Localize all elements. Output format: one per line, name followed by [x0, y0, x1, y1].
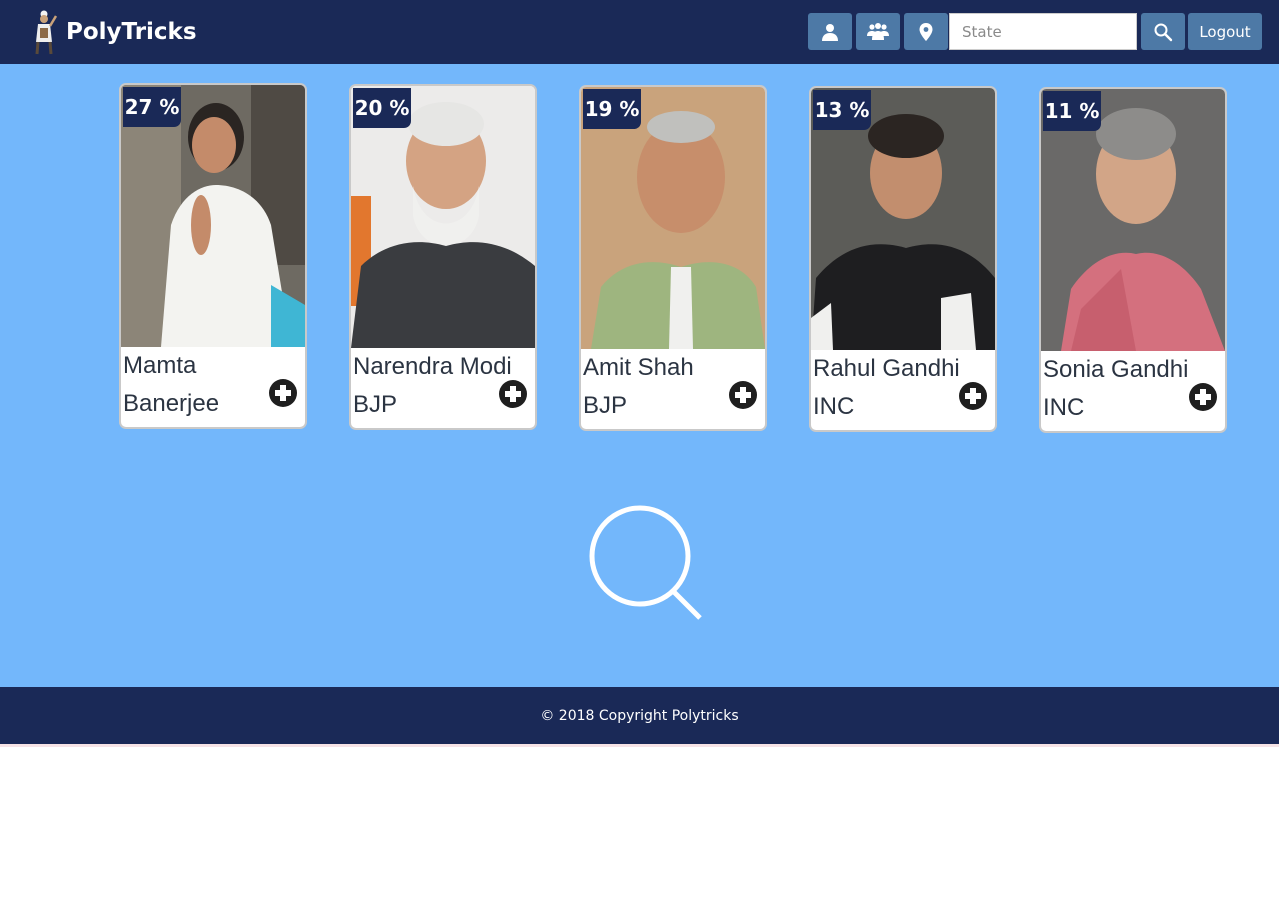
add-icon[interactable]: [499, 380, 527, 408]
candidate-card[interactable]: 20 % Narendra Modi BJP: [349, 84, 537, 430]
footer-divider: [0, 744, 1279, 747]
search-icon: [1154, 23, 1173, 41]
vote-percentage-badge: 13 %: [813, 90, 871, 130]
main-content: 27 % Mamta Banerjee 20 % Narendra Modi B…: [0, 64, 1279, 687]
politician-logo-icon: [35, 10, 58, 55]
search-button[interactable]: [1141, 13, 1185, 50]
copyright-text: © 2018 Copyright Polytricks: [540, 707, 739, 724]
candidate-party: INC: [1043, 394, 1085, 421]
add-icon[interactable]: [959, 382, 987, 410]
candidate-card[interactable]: 19 % Amit Shah BJP: [579, 85, 767, 431]
candidate-party: BJP: [583, 392, 628, 419]
vote-percentage-badge: 20 %: [353, 88, 411, 128]
footer: © 2018 Copyright Polytricks: [0, 687, 1279, 744]
vote-percentage-badge: 19 %: [583, 89, 641, 129]
user-icon: [822, 23, 838, 41]
vote-percentage-badge: 11 %: [1043, 91, 1101, 131]
logout-button[interactable]: Logout: [1188, 13, 1262, 50]
brand[interactable]: PolyTricks: [28, 8, 197, 56]
add-icon[interactable]: [269, 379, 297, 407]
state-input[interactable]: [949, 13, 1137, 50]
group-button[interactable]: [856, 13, 900, 50]
map-pin-icon: [919, 22, 933, 41]
user-button[interactable]: [808, 13, 852, 50]
search-icon[interactable]: [588, 504, 704, 624]
app-title: PolyTricks: [66, 19, 197, 45]
candidate-party: BJP: [353, 391, 398, 418]
navbar: PolyTricks Logout: [0, 0, 1279, 64]
candidate-card[interactable]: 27 % Mamta Banerjee: [119, 83, 307, 429]
candidate-name: Amit Shah: [583, 354, 694, 381]
vote-percentage-badge: 27 %: [123, 87, 181, 127]
group-icon: [867, 22, 889, 40]
add-icon[interactable]: [1189, 383, 1217, 411]
candidate-name: Mamta Banerjee: [123, 352, 220, 417]
add-icon[interactable]: [729, 381, 757, 409]
candidate-party: INC: [813, 393, 855, 420]
location-button[interactable]: [904, 13, 948, 50]
candidate-card[interactable]: 13 % Rahul Gandhi INC: [809, 86, 997, 432]
candidate-card[interactable]: 11 % Sonia Gandhi INC: [1039, 87, 1227, 433]
